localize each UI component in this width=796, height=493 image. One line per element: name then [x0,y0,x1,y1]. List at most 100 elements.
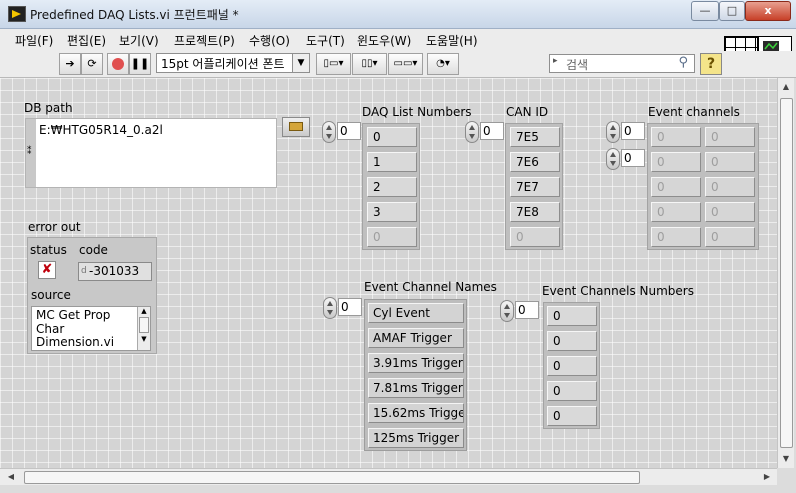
array-element[interactable]: 0 [651,127,701,147]
index-value[interactable]: 0 [515,301,539,319]
index-spinner-icon[interactable] [500,300,514,322]
array-element[interactable]: 0 [705,152,755,172]
array-element[interactable]: 7E7 [510,177,560,197]
db-path-control[interactable]: ⁑ E:₩HTG05R14_0.a2l [25,118,277,188]
menu-file[interactable]: 파일(F) [15,32,53,49]
browse-button[interactable] [282,117,310,137]
run-continuously-icon[interactable]: ⟳ [81,53,103,75]
menu-help[interactable]: 도움말(H) [426,32,478,49]
menu-edit[interactable]: 편집(E) [67,32,106,49]
array-element[interactable]: 0 [651,177,701,197]
array-element[interactable]: 0 [705,202,755,222]
status-indicator: ✘ [38,261,56,279]
scroll-up-icon[interactable]: ▲ [779,80,793,94]
array-element[interactable]: 0 [705,177,755,197]
search-icon[interactable]: ⚲ [678,55,688,70]
vertical-scroll-thumb[interactable] [780,98,793,448]
db-path-value[interactable]: E:₩HTG05R14_0.a2l [39,123,163,137]
index-value[interactable]: 0 [621,149,645,167]
array-element[interactable]: 0 [367,227,417,247]
resize-objects-icon[interactable]: ▭▭▾ [388,53,423,75]
array-element[interactable]: 0 [547,381,597,401]
array-element[interactable]: 15.62ms Trigger [368,403,464,423]
event-channels-col-index[interactable]: 0 [606,148,645,170]
array-element[interactable]: 7E5 [510,127,560,147]
array-element[interactable]: 7.81ms Trigger [368,378,464,398]
minimize-button[interactable]: — [691,1,719,21]
array-element[interactable]: 0 [510,227,560,247]
close-button[interactable]: x [745,1,791,21]
horizontal-scroll-thumb[interactable] [24,471,640,484]
event-channel-names-index[interactable]: 0 [323,297,362,319]
array-element[interactable]: 0 [651,202,701,222]
event-channels-numbers-index[interactable]: 0 [500,300,539,322]
event-channels-label: Event channels [648,105,740,119]
distribute-objects-icon[interactable]: ▯▯▾ [352,53,387,75]
array-element[interactable]: 0 [547,356,597,376]
reorder-icon[interactable]: ◔▾ [427,53,459,75]
array-element[interactable]: 0 [651,227,701,247]
array-element[interactable]: AMAF Trigger [368,328,464,348]
array-element[interactable]: 7E6 [510,152,560,172]
index-spinner-icon[interactable] [606,121,620,143]
index-value[interactable]: 0 [480,122,504,140]
scroll-down-icon[interactable]: ▼ [779,452,793,466]
event-channel-names-label: Event Channel Names [364,280,497,294]
index-spinner-icon[interactable] [465,121,479,143]
array-element[interactable]: 125ms Trigger [368,428,464,448]
array-element[interactable]: 1 [367,152,417,172]
array-element[interactable]: 0 [705,227,755,247]
index-value[interactable]: 0 [337,122,361,140]
window-title: Predefined DAQ Lists.vi 프런트패널 * [30,8,239,22]
labview-app-icon [8,6,26,22]
index-value[interactable]: 0 [621,122,645,140]
can-id-index[interactable]: 0 [465,121,504,143]
search-input[interactable]: ▸ 검색 ⚲ [549,54,695,73]
title-bar[interactable]: Predefined DAQ Lists.vi 프런트패널 * — □ x [0,0,796,29]
folder-icon [289,122,303,131]
scroll-left-icon[interactable]: ◀ [4,470,18,484]
path-tree-icon: ⁑ [27,147,32,157]
status-label: status [30,243,67,257]
scroll-thumb [139,317,149,333]
source-label: source [31,288,71,302]
index-spinner-icon[interactable] [323,297,337,319]
scroll-up-icon: ▲ [141,307,147,315]
array-element[interactable]: 0 [705,127,755,147]
event-channels-row-index[interactable]: 0 [606,121,645,143]
array-element[interactable]: 0 [547,331,597,351]
menu-window[interactable]: 윈도우(W) [357,32,411,49]
menu-view[interactable]: 보기(V) [119,32,159,49]
menu-tools[interactable]: 도구(T) [306,32,345,49]
font-selector[interactable]: 15pt 어플리케이션 폰트 ▼ [156,53,310,73]
vertical-scrollbar[interactable]: ▲ ▼ [777,78,794,468]
index-spinner-icon[interactable] [322,121,336,143]
array-element[interactable]: 0 [651,152,701,172]
daq-list-index[interactable]: 0 [322,121,361,143]
search-scope-icon: ▸ [553,56,558,66]
source-scrollbar[interactable]: ▲ ▼ [137,307,150,350]
array-element[interactable]: 0 [367,127,417,147]
array-element[interactable]: 0 [547,406,597,426]
array-element[interactable]: 3 [367,202,417,222]
menu-project[interactable]: 프로젝트(P) [174,32,235,49]
context-help-button[interactable]: ? [700,53,722,75]
code-indicator: d -301033 [78,262,152,281]
maximize-button[interactable]: □ [719,1,745,21]
menu-operate[interactable]: 수행(O) [249,32,290,49]
array-element[interactable]: 0 [547,306,597,326]
array-element[interactable]: Cyl Event [368,303,464,323]
array-element[interactable]: 2 [367,177,417,197]
scroll-right-icon[interactable]: ▶ [760,470,774,484]
index-spinner-icon[interactable] [606,148,620,170]
array-element[interactable]: 7E8 [510,202,560,222]
array-element[interactable]: 3.91ms Trigger [368,353,464,373]
index-value[interactable]: 0 [338,298,362,316]
horizontal-scrollbar[interactable]: ◀ ▶ [0,468,777,485]
pause-icon[interactable]: ❚❚ [129,53,151,75]
abort-icon[interactable] [107,53,129,75]
align-objects-icon[interactable]: ▯▭▾ [316,53,351,75]
source-indicator: MC Get Prop Char Dimension.vi ▲ ▼ [31,306,151,351]
code-label: code [79,243,108,257]
run-arrow-icon[interactable]: ➔ [59,53,81,75]
